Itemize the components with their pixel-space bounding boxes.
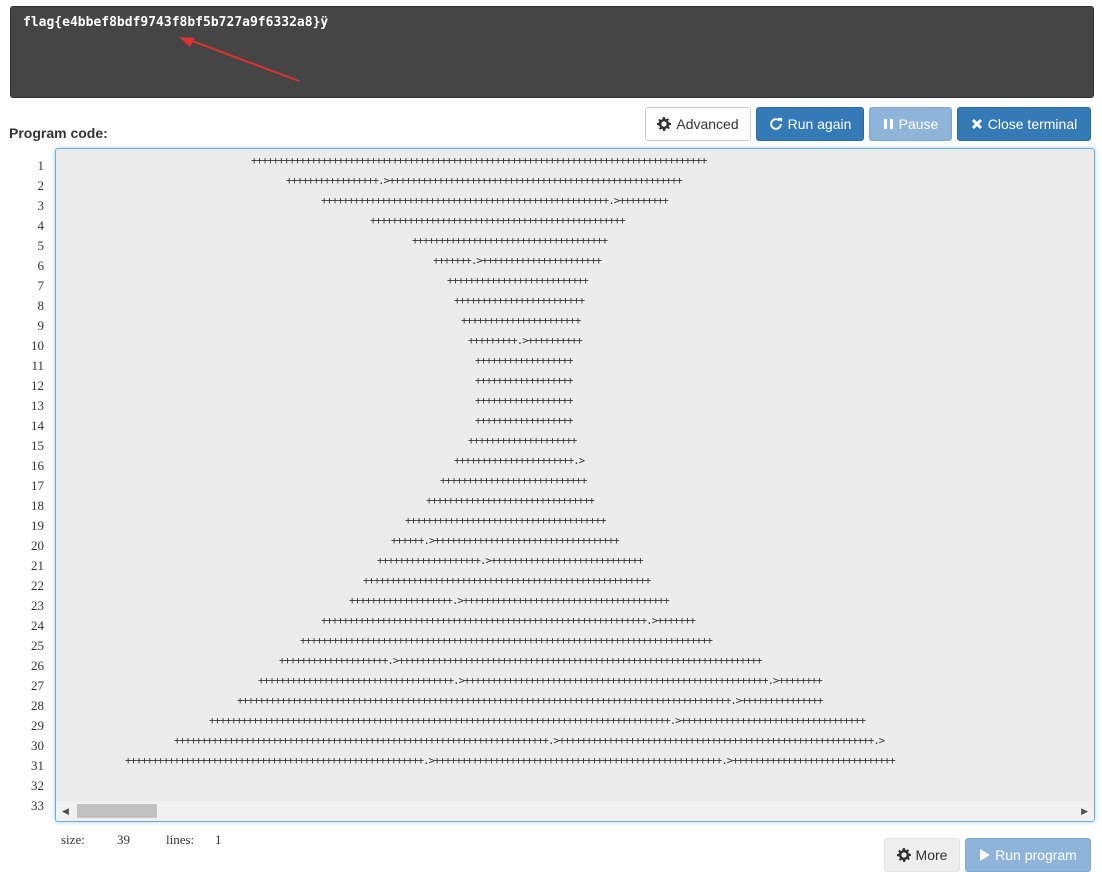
code-line: ++++++++++++++++++++++++++++++++++++++++… [209,715,866,727]
close-terminal-button[interactable]: Close terminal [957,107,1091,141]
run-program-button[interactable]: Run program [965,838,1091,872]
code-line: ++++++++++++++++++++++ [461,315,581,327]
code-line: ++++++++++++++++++++++++ [454,295,585,307]
more-button[interactable]: More [884,838,960,872]
lines-value: 1 [215,832,222,847]
code-line: +++++++++++++++++++++++++++++++ [426,495,595,507]
line-number: 27 [31,678,44,693]
code-line: ++++++++++++++++++++.>++++++++++++++++++… [279,655,762,667]
code-line: ++++++++++++++++++++++++++++++++++++++++… [370,215,626,227]
line-number: 18 [31,498,44,513]
code-editor[interactable]: ++++++++++++++++++++++++++++++++++++++++… [55,148,1095,822]
advanced-button-label: Advanced [676,116,739,132]
code-line: ++++++++++++++++++++++++++ [447,275,589,287]
close-icon [971,118,982,130]
line-number: 30 [31,738,44,753]
code-line: ++++++++++++++++++++++++++++++++++++++++… [363,575,651,587]
line-number: 24 [31,618,44,633]
code-line: ++++++++++++++++++++++++++++++++++++++++… [321,195,669,207]
code-line: ++++++++++++++++++++++.> [454,455,585,467]
pause-button[interactable]: Pause [869,107,952,141]
terminal-output-panel: flag{e4bbef8bdf9743f8bf5b727a9f6332a8}ÿ [10,6,1094,98]
line-number: 2 [37,178,45,193]
line-number: 22 [31,578,44,593]
line-number: 17 [31,478,44,493]
code-line: ++++++++++++++++++++++++++++++++++++ [412,235,608,247]
code-line: ++++++.>++++++++++++++++++++++++++++++++… [391,535,620,547]
line-number: 1 [37,158,45,173]
pause-icon [883,119,893,129]
gear-icon [657,117,672,131]
more-button-label: More [915,847,948,863]
gear-icon [896,848,911,862]
code-line: ++++++++++++++++++ [475,415,573,427]
line-number: 11 [31,358,44,373]
code-line: ++++++++++++++++++++++++++++++++++++++++… [237,695,823,707]
code-line: +++++++++++++++++++++++++++++++++++++ [405,515,607,527]
lines-label: lines: [166,832,195,847]
code-line: +++++++++.>++++++++++ [468,335,583,347]
line-number: 7 [37,278,45,293]
line-number: 5 [37,238,45,253]
line-number: 28 [31,698,44,713]
code-line: ++++++++++++++++++++++++++++++++++++++++… [300,635,713,647]
line-number: 23 [31,598,44,613]
line-number: 3 [37,198,45,213]
code-line: +++++++++++++++++++.>+++++++++++++++++++… [377,555,644,567]
play-icon [980,849,991,861]
code-line: ++++++++++++++++++++ [468,435,577,447]
code-line: ++++++++++++++++++++++++++++++++++++++++… [321,615,696,627]
line-number: 29 [31,718,44,733]
line-number: 16 [31,458,44,473]
run-program-button-label: Run program [995,847,1077,863]
line-number: 32 [31,778,44,793]
line-number: 26 [31,658,44,673]
size-label: size: [61,832,85,847]
run-again-button-label: Run again [787,116,852,132]
line-number: 6 [37,258,45,273]
advanced-button[interactable]: Advanced [645,107,751,141]
code-line: ++++++++++++++++++++++++++++++++++++++++… [125,755,896,767]
run-again-button[interactable]: Run again [756,107,864,141]
line-number: 15 [31,438,44,453]
program-code-label: Program code: [9,125,108,141]
pause-button-label: Pause [898,116,939,132]
code-line: +++++++++++++++++++.>+++++++++++++++++++… [349,595,670,607]
line-number: 8 [37,298,45,313]
line-number: 31 [31,758,44,773]
horizontal-scrollbar[interactable]: ◀ ▶ [56,801,1094,821]
line-number: 12 [31,378,44,393]
line-number: 20 [31,538,44,553]
line-number: 25 [31,638,44,653]
line-number: 14 [31,418,44,433]
line-number: 10 [31,338,44,353]
code-line: ++++++++++++++++++++++++++++++++++++.>++… [258,675,823,687]
scroll-right-icon[interactable]: ▶ [1081,806,1088,817]
refresh-icon [769,117,782,130]
code-line: ++++++++++++++++++ [475,395,573,407]
line-number: 33 [31,798,44,813]
code-line: ++++++++++++++++++++++++++++++++++++++++… [174,735,885,747]
line-number: 19 [31,518,44,533]
line-number: 9 [37,318,45,333]
line-number: 4 [37,218,45,233]
size-value: 39 [117,832,130,847]
close-terminal-button-label: Close terminal [987,116,1078,132]
line-number: 13 [31,398,44,413]
code-line: +++++++++++++++++++++++++++ [440,475,587,487]
code-line: +++++++.>++++++++++++++++++++++ [433,255,602,267]
red-arrow-annotation [179,37,300,82]
code-line: ++++++++++++++++++ [475,375,573,387]
code-line: ++++++++++++++++++ [475,355,573,367]
terminal-output-text: flag{e4bbef8bdf9743f8bf5b727a9f6332a8}ÿ [23,15,329,30]
code-line: +++++++++++++++++.>+++++++++++++++++++++… [286,175,683,187]
scroll-left-icon[interactable]: ◀ [62,806,69,817]
scrollbar-thumb[interactable] [77,804,157,818]
line-number: 21 [31,558,44,573]
code-line: ++++++++++++++++++++++++++++++++++++++++… [251,155,707,167]
